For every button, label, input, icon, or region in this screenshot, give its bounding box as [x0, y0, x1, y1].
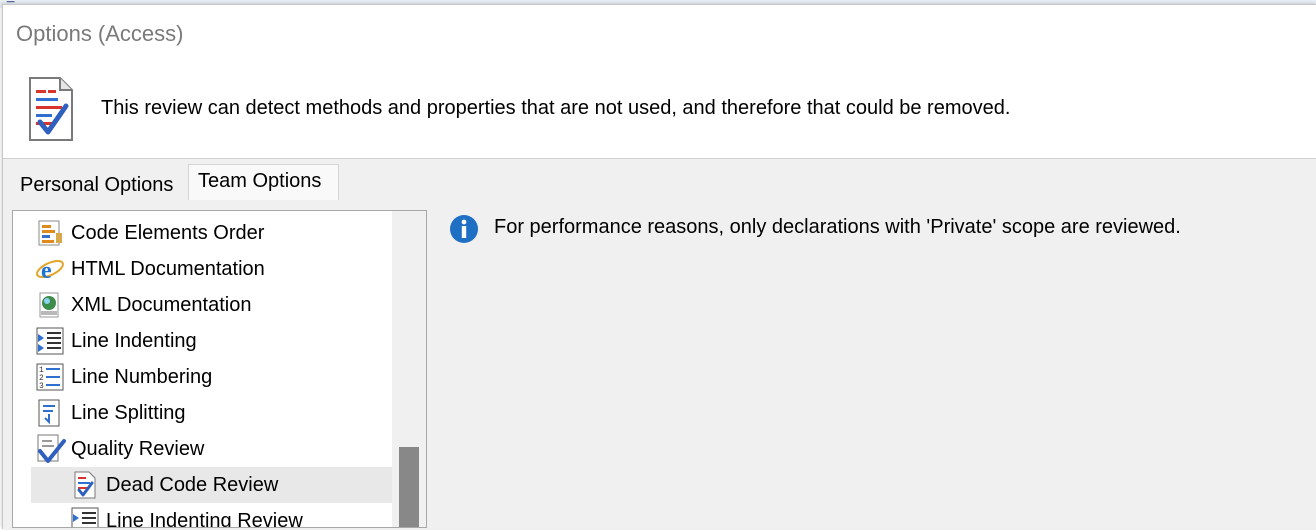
review-document-icon: [68, 468, 102, 502]
info-icon: [450, 215, 478, 243]
tree-item-label: Code Elements Order: [71, 221, 265, 244]
tree-item-line-splitting[interactable]: Line Splitting: [33, 395, 186, 431]
info-message: For performance reasons, only declaratio…: [494, 216, 1181, 238]
tree-scrollbar-thumb[interactable]: [399, 447, 419, 527]
tree-item-html-documentation[interactable]: e HTML Documentation: [33, 251, 265, 287]
indent-icon: [68, 504, 102, 527]
tab-team-options-label: Team Options: [198, 170, 322, 192]
tree-item-label: Line Numbering: [71, 365, 213, 388]
options-tree: Code Elements Order e HTML Documentation…: [12, 210, 427, 528]
tree-item-label: Line Splitting: [71, 401, 186, 424]
dialog-title: Options (Access): [16, 21, 184, 46]
numbering-icon: 123: [33, 360, 67, 394]
tree-item-label: XML Documentation: [71, 293, 252, 316]
tree-item-label: Line Indenting: [71, 329, 197, 352]
xml-globe-icon: [33, 288, 67, 322]
tree-item-label: HTML Documentation: [71, 257, 265, 280]
svg-text:3: 3: [39, 382, 44, 391]
indent-icon: [33, 324, 67, 358]
tab-team-options[interactable]: Team Options: [188, 164, 339, 200]
tree-scrollbar[interactable]: [392, 211, 426, 527]
code-order-icon: [33, 216, 67, 250]
tree-item-label: Dead Code Review: [106, 473, 279, 496]
splitting-icon: [33, 396, 67, 430]
tree-item-code-elements-order[interactable]: Code Elements Order: [33, 215, 264, 251]
tree-item-label: Line Indenting Review: [106, 509, 303, 528]
tree-item-line-indenting[interactable]: Line Indenting: [33, 323, 197, 359]
review-document-icon: [29, 77, 73, 141]
quality-check-icon: [33, 432, 67, 466]
tree-item-line-indenting-review[interactable]: Line Indenting Review: [68, 503, 303, 528]
tab-personal-options[interactable]: Personal Options: [20, 174, 173, 197]
tree-item-xml-documentation[interactable]: XML Documentation: [33, 287, 251, 323]
tree-item-line-numbering[interactable]: 123 Line Numbering: [33, 359, 212, 395]
review-description: This review can detect methods and prope…: [101, 97, 1011, 119]
tree-item-dead-code-review[interactable]: Dead Code Review: [31, 467, 395, 503]
tree-item-quality-review[interactable]: Quality Review: [33, 431, 204, 467]
svg-text:e: e: [41, 258, 52, 284]
ie-icon: e: [33, 252, 67, 286]
tree-item-label: Quality Review: [71, 437, 205, 460]
